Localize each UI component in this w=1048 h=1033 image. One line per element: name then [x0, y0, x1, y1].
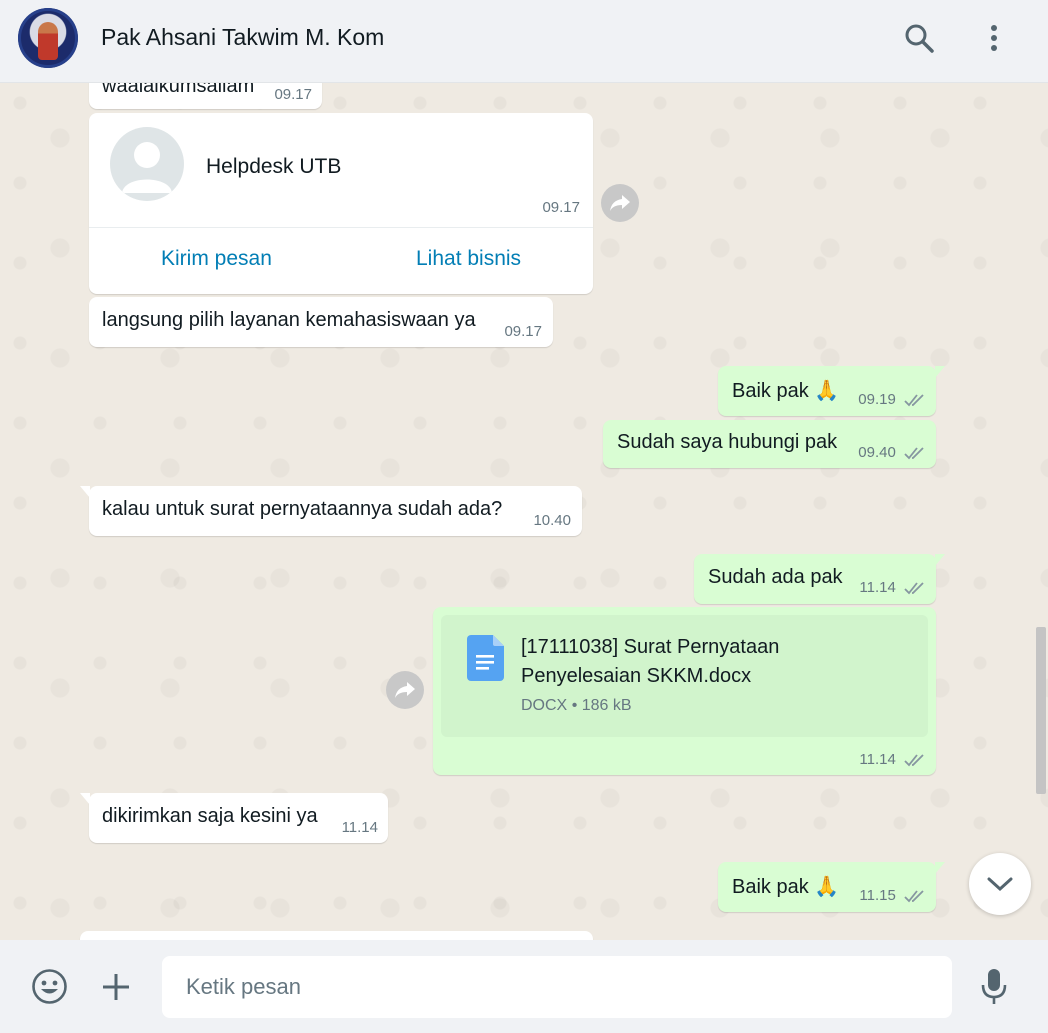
microphone-icon[interactable]: [980, 968, 1008, 1006]
emoji-icon[interactable]: [31, 968, 68, 1005]
message-bubble-outgoing[interactable]: Sudah ada pak 11.14: [694, 554, 945, 604]
forward-icon[interactable]: [386, 671, 424, 709]
view-business-button[interactable]: Lihat bisnis: [416, 247, 521, 271]
chevron-down-icon: [987, 877, 1013, 892]
document-attachment[interactable]: [17111038] Surat Pernyataan Penyelesaian…: [441, 615, 928, 737]
message-text-body: Baik pak: [732, 380, 809, 402]
message-text: kalau untuk surat pernyataannya sudah ad…: [102, 498, 503, 520]
message-text: waalaikumsallam: [102, 83, 255, 97]
read-ticks-icon: [904, 754, 924, 767]
message-meta: 09.40: [858, 444, 926, 461]
message-time: 09.17: [542, 199, 580, 216]
message-time: 09.17: [274, 86, 312, 103]
document-filename: [17111038] Surat Pernyataan Penyelesaian…: [521, 636, 780, 687]
message-time: 11.15: [859, 887, 896, 904]
message-time: 09.40: [858, 444, 896, 461]
contact-placeholder-avatar: [110, 127, 184, 201]
read-ticks-icon: [904, 582, 924, 595]
forward-icon[interactable]: [601, 184, 639, 222]
message-time: 10.40: [533, 512, 571, 529]
message-text: langsung pilih layanan kemahasiswaan ya: [102, 309, 476, 331]
bubble-tail: [935, 366, 945, 378]
search-icon[interactable]: [901, 20, 937, 56]
message-bubble-outgoing[interactable]: Baik pak 🙏 11.15: [718, 862, 945, 912]
message-text: Baik pak 🙏: [732, 874, 839, 899]
meta-separator: •: [571, 697, 582, 714]
contact-avatar[interactable]: [18, 8, 78, 68]
message-meta: 11.15: [859, 887, 926, 904]
plus-icon[interactable]: [101, 972, 131, 1002]
send-message-button[interactable]: Kirim pesan: [161, 247, 272, 271]
document-icon: [467, 635, 504, 681]
message-bubble-incoming[interactable]: [80, 931, 593, 940]
contact-card-message[interactable]: Helpdesk UTB 09.17 Kirim pesan Lihat bis…: [89, 113, 593, 294]
message-bubble-incoming[interactable]: waalaikumsallam 09.17: [89, 83, 322, 109]
message-time: 09.17: [504, 323, 542, 340]
bubble-tail: [935, 554, 945, 566]
avatar-ring: [18, 8, 78, 68]
message-time: 11.14: [341, 819, 378, 836]
message-bubble-incoming[interactable]: langsung pilih layanan kemahasiswaan ya …: [89, 297, 553, 347]
message-bubble-incoming[interactable]: dikirimkan saja kesini ya 11.14: [80, 793, 388, 843]
bubble-tail: [935, 862, 945, 874]
message-bubble-outgoing[interactable]: Baik pak 🙏 09.19: [718, 366, 945, 416]
person-icon: [122, 142, 172, 193]
document-message[interactable]: [17111038] Surat Pernyataan Penyelesaian…: [433, 607, 936, 775]
message-time: 09.19: [858, 391, 896, 408]
message-text: dikirimkan saja kesini ya: [102, 805, 318, 827]
scroll-to-bottom-button[interactable]: [969, 853, 1031, 915]
message-bubble-incoming[interactable]: kalau untuk surat pernyataannya sudah ad…: [80, 486, 582, 536]
message-text-body: Baik pak: [732, 876, 809, 898]
read-ticks-icon: [904, 394, 924, 407]
message-meta: 09.19: [858, 391, 926, 408]
divider: [89, 227, 593, 228]
message-composer: [0, 940, 1048, 1033]
message-input[interactable]: [162, 956, 952, 1018]
message-meta: 11.14: [859, 579, 926, 596]
menu-dots-icon[interactable]: [976, 20, 1012, 56]
message-text: Sudah saya hubungi pak: [617, 431, 838, 453]
message-list[interactable]: waalaikumsallam 09.17 Helpdesk UTB 09.17…: [0, 83, 1048, 940]
folded-hands-emoji: 🙏: [814, 874, 840, 898]
document-meta: DOCX • 186 kB: [521, 697, 632, 715]
message-time: 11.14: [859, 751, 896, 768]
chat-scrollbar[interactable]: [1036, 627, 1046, 794]
bubble-tail: [80, 486, 90, 498]
chat-header: Pak Ahsani Takwim M. Kom: [0, 0, 1048, 83]
message-time: 11.14: [859, 579, 896, 596]
contact-name[interactable]: Pak Ahsani Takwim M. Kom: [101, 24, 384, 51]
message-meta: 11.14: [859, 751, 926, 768]
bubble-tail: [80, 793, 90, 805]
read-ticks-icon: [904, 890, 924, 903]
message-text: Baik pak 🙏: [732, 378, 839, 403]
shared-contact-name: Helpdesk UTB: [206, 155, 342, 178]
message-bubble-outgoing[interactable]: Sudah saya hubungi pak 09.40: [603, 420, 936, 468]
folded-hands-emoji: 🙏: [814, 378, 840, 402]
message-text: Sudah ada pak: [708, 566, 843, 588]
document-type: DOCX: [521, 697, 568, 714]
read-ticks-icon: [904, 447, 924, 460]
document-size: 186 kB: [581, 697, 632, 714]
